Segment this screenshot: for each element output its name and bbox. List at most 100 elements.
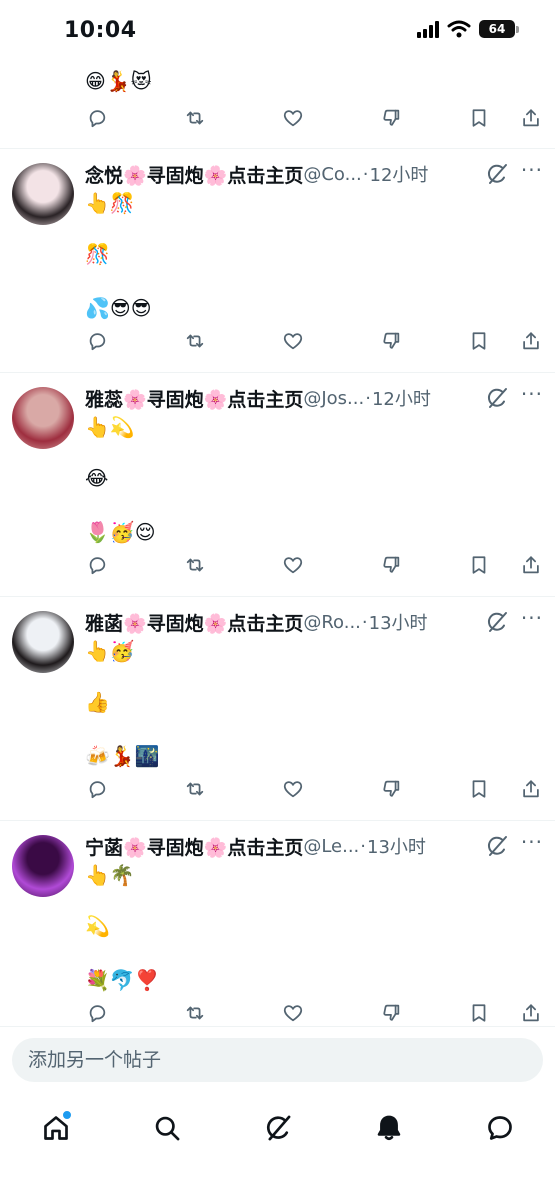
post-text-line: 👆🥳	[85, 639, 135, 663]
bookmark-button[interactable]	[466, 776, 492, 802]
like-button[interactable]	[280, 328, 306, 354]
display-name[interactable]: 雅蕊🌸寻固炮🌸点击主页	[85, 385, 303, 412]
compose-input[interactable]	[12, 1038, 543, 1082]
user-handle[interactable]: @Co...	[303, 164, 361, 185]
post-text-line: 👍	[85, 690, 110, 714]
share-button[interactable]	[518, 105, 544, 131]
post[interactable]: 雅菡🌸寻固炮🌸点击主页 @Ro... · 13小时 ··· 👆🥳 👍 🍻💃🌃	[0, 596, 555, 821]
dislike-icon	[383, 780, 400, 797]
grok-icon[interactable]	[485, 834, 509, 858]
post-time[interactable]: 13小时	[369, 609, 428, 635]
bookmark-button[interactable]	[466, 328, 492, 354]
post-header: 雅菡🌸寻固炮🌸点击主页 @Ro... · 13小时	[85, 609, 545, 635]
timeline-feed[interactable]: 😁💃😻 念悦🌸寻固炮🌸点击主页 @Co... · 12小时 ··· 👆🎊 🎊 💦…	[0, 0, 555, 1030]
avatar[interactable]	[12, 387, 74, 449]
grok-glyph	[487, 388, 507, 408]
reply-button[interactable]	[84, 328, 110, 354]
dislike-button[interactable]	[378, 328, 404, 354]
share-button[interactable]	[518, 552, 544, 578]
reply-icon	[89, 333, 106, 351]
like-button[interactable]	[280, 1000, 306, 1026]
post[interactable]: 雅蕊🌸寻固炮🌸点击主页 @Jos... · 12小时 ··· 👆💫 😂 🌷🥳😌	[0, 372, 555, 597]
share-button[interactable]	[518, 328, 544, 354]
share-icon	[523, 1004, 539, 1022]
reply-icon	[89, 110, 106, 128]
share-icon	[523, 332, 539, 350]
like-icon	[283, 1005, 303, 1022]
separator: ·	[362, 163, 369, 185]
user-handle[interactable]: @Le...	[303, 836, 359, 857]
reply-button[interactable]	[84, 552, 110, 578]
bookmark-icon	[472, 1004, 486, 1022]
grok-icon[interactable]	[485, 162, 509, 186]
share-icon	[523, 780, 539, 798]
more-options-icon[interactable]: ···	[521, 382, 543, 406]
like-icon	[283, 110, 303, 127]
share-button[interactable]	[518, 1000, 544, 1026]
post[interactable]: 念悦🌸寻固炮🌸点击主页 @Co... · 12小时 ··· 👆🎊 🎊 💦😎😎	[0, 148, 555, 373]
dislike-button[interactable]	[378, 1000, 404, 1026]
post-text-line: 💫	[85, 914, 110, 938]
grok-glyph	[487, 612, 507, 632]
separator: ·	[360, 835, 367, 857]
repost-button[interactable]	[182, 552, 208, 578]
bottom-tab-bar	[0, 1092, 555, 1200]
post[interactable]: 宁菡🌸寻固炮🌸点击主页 @Le... · 13小时 ··· 👆🌴 💫 💐🐬❣️	[0, 820, 555, 1030]
reply-button[interactable]	[84, 1000, 110, 1026]
avatar[interactable]	[12, 611, 74, 673]
repost-button[interactable]	[182, 105, 208, 131]
tab-search[interactable]	[145, 1106, 189, 1150]
repost-button[interactable]	[182, 328, 208, 354]
share-button[interactable]	[518, 776, 544, 802]
bookmark-button[interactable]	[466, 1000, 492, 1026]
post-time[interactable]: 12小时	[372, 385, 431, 411]
grok-glyph	[487, 836, 507, 856]
more-options-icon[interactable]: ···	[521, 606, 543, 630]
reply-button[interactable]	[84, 776, 110, 802]
more-options-icon[interactable]: ···	[521, 830, 543, 854]
repost-icon	[186, 558, 204, 572]
previous-post[interactable]: 😁💃😻	[0, 60, 555, 149]
tab-grok[interactable]	[256, 1106, 300, 1150]
dislike-button[interactable]	[378, 552, 404, 578]
avatar[interactable]	[12, 835, 74, 897]
reply-icon	[89, 1005, 106, 1023]
post-text-line: 💐🐬❣️	[85, 968, 160, 992]
reply-button[interactable]	[84, 105, 110, 131]
post-time[interactable]: 13小时	[367, 833, 426, 859]
post-actions	[84, 776, 544, 804]
display-name[interactable]: 雅菡🌸寻固炮🌸点击主页	[85, 609, 303, 636]
display-name[interactable]: 念悦🌸寻固炮🌸点击主页	[85, 161, 303, 188]
tab-notifications[interactable]	[367, 1106, 411, 1150]
repost-button[interactable]	[182, 1000, 208, 1026]
more-options-icon[interactable]: ···	[521, 158, 543, 182]
separator: ·	[361, 611, 368, 633]
avatar[interactable]	[12, 163, 74, 225]
post-text-line: 👆🌴	[85, 863, 135, 887]
grok-icon[interactable]	[485, 610, 509, 634]
tab-messages[interactable]	[478, 1106, 522, 1150]
bookmark-icon	[472, 332, 486, 350]
like-button[interactable]	[280, 552, 306, 578]
bookmark-icon	[472, 109, 486, 127]
post-actions	[84, 105, 544, 133]
repost-icon	[186, 111, 204, 125]
like-button[interactable]	[280, 105, 306, 131]
dislike-icon	[383, 556, 400, 573]
repost-button[interactable]	[182, 776, 208, 802]
user-handle[interactable]: @Ro...	[303, 612, 361, 633]
display-name[interactable]: 宁菡🌸寻固炮🌸点击主页	[85, 833, 303, 860]
bookmark-button[interactable]	[466, 552, 492, 578]
dislike-button[interactable]	[378, 105, 404, 131]
dislike-button[interactable]	[378, 776, 404, 802]
reply-icon	[89, 781, 106, 799]
post-time[interactable]: 12小时	[370, 161, 429, 187]
like-icon	[283, 557, 303, 574]
post-header: 宁菡🌸寻固炮🌸点击主页 @Le... · 13小时	[85, 833, 545, 859]
like-button[interactable]	[280, 776, 306, 802]
repost-icon	[186, 334, 204, 348]
bookmark-button[interactable]	[466, 105, 492, 131]
tab-home[interactable]	[34, 1106, 78, 1150]
grok-icon[interactable]	[485, 386, 509, 410]
user-handle[interactable]: @Jos...	[303, 388, 364, 409]
